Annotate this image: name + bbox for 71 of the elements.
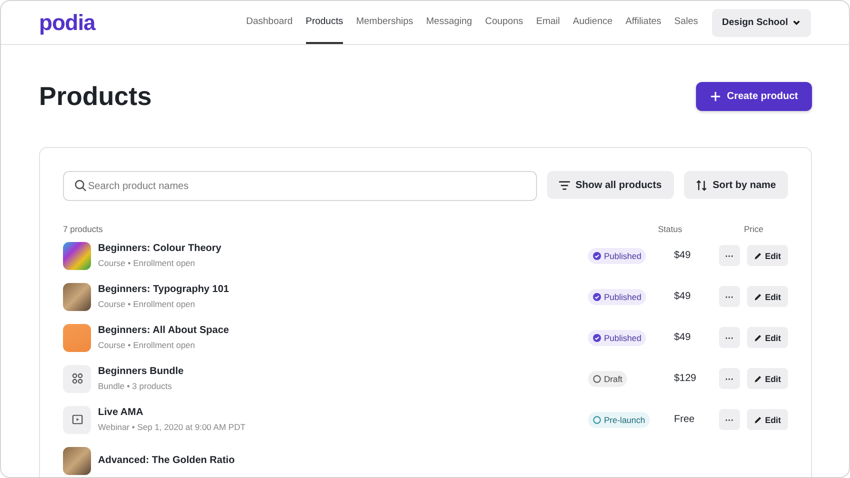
nav-link[interactable]: Memberships bbox=[356, 1, 414, 44]
photo-placeholder bbox=[63, 242, 91, 270]
edit-button[interactable]: Edit bbox=[746, 245, 788, 266]
status-badge: Published bbox=[588, 330, 646, 346]
product-meta: Bundle • 3 products bbox=[98, 381, 173, 391]
status-badge: Published bbox=[588, 248, 646, 264]
nav-link[interactable]: Messaging bbox=[426, 1, 472, 44]
more-button[interactable]: ··· bbox=[718, 327, 740, 348]
pencil-icon bbox=[754, 416, 762, 424]
edit-button[interactable]: Edit bbox=[746, 327, 788, 348]
check-circle-icon bbox=[593, 334, 601, 342]
more-button[interactable]: ··· bbox=[718, 368, 740, 389]
check-circle-icon bbox=[593, 252, 601, 260]
status-badge: Draft bbox=[588, 370, 628, 386]
filter-button[interactable]: Show all products bbox=[546, 171, 674, 199]
nav-link[interactable]: Coupons bbox=[485, 1, 524, 44]
nav-link[interactable]: Dashboard bbox=[246, 1, 293, 44]
check-circle-icon bbox=[593, 292, 601, 300]
pencil-icon bbox=[754, 252, 762, 260]
page-title: Products bbox=[39, 80, 152, 112]
account-menu-button[interactable]: Design School bbox=[712, 8, 811, 36]
photo-placeholder bbox=[63, 282, 91, 310]
product-name[interactable]: Beginners Bundle bbox=[98, 366, 184, 377]
product-meta: Course • Enrollment open bbox=[98, 340, 196, 350]
product-price: $49 bbox=[674, 250, 691, 261]
more-button[interactable]: ··· bbox=[718, 245, 740, 266]
more-button[interactable]: ··· bbox=[718, 409, 740, 430]
column-header: Price bbox=[744, 224, 764, 234]
nav-link[interactable]: Affiliates bbox=[626, 1, 662, 44]
status-badge: Pre-launch bbox=[588, 412, 650, 428]
nav-link[interactable]: Email bbox=[536, 1, 560, 44]
plus-icon bbox=[710, 90, 721, 102]
search-icon bbox=[74, 179, 87, 192]
status-badge: Published bbox=[588, 288, 646, 304]
product-price: $49 bbox=[674, 291, 691, 302]
nav-link[interactable]: Sales bbox=[674, 1, 698, 44]
photo-placeholder bbox=[63, 324, 91, 352]
edit-button[interactable]: Edit bbox=[746, 409, 788, 430]
product-name[interactable]: Beginners: Typography 101 bbox=[98, 284, 229, 295]
video-icon bbox=[72, 414, 82, 425]
product-meta: Course • Enrollment open bbox=[98, 299, 196, 309]
sort-button[interactable]: Sort by name bbox=[684, 171, 788, 199]
product-name[interactable]: Live AMA bbox=[98, 407, 246, 418]
photo-placeholder bbox=[63, 446, 91, 474]
product-price: $129 bbox=[674, 373, 696, 384]
product-meta: Webinar • Sep 1, 2020 at 9:00 AM PDT bbox=[98, 422, 246, 432]
column-header: Status bbox=[658, 224, 684, 234]
circle-icon bbox=[593, 374, 601, 382]
product-price: Free bbox=[674, 414, 695, 425]
product-name[interactable]: Beginners: All About Space bbox=[98, 325, 229, 336]
chevron-down-icon bbox=[792, 18, 801, 27]
edit-button[interactable]: Edit bbox=[746, 286, 788, 307]
circle-icon bbox=[593, 416, 601, 424]
nav-link[interactable]: Audience bbox=[572, 1, 613, 44]
product-name[interactable]: Beginners: Colour Theory bbox=[98, 243, 222, 254]
product-price: $49 bbox=[674, 332, 691, 343]
pencil-icon bbox=[754, 334, 762, 342]
pencil-icon bbox=[754, 292, 762, 300]
pencil-icon bbox=[754, 374, 762, 382]
edit-button[interactable]: Edit bbox=[746, 368, 788, 389]
product-count: 7 products bbox=[63, 224, 104, 234]
filter-icon bbox=[558, 180, 570, 190]
more-button[interactable]: ··· bbox=[718, 286, 740, 307]
search-field[interactable]: Search product names bbox=[63, 171, 537, 201]
grid-icon bbox=[72, 373, 82, 384]
create-product-button[interactable]: Create product bbox=[696, 82, 812, 110]
product-name[interactable]: Advanced: The Golden Ratio bbox=[98, 455, 235, 466]
sort-icon bbox=[696, 180, 707, 190]
nav-link[interactable]: Products bbox=[306, 1, 344, 44]
product-meta: Course • Enrollment open bbox=[98, 258, 196, 268]
brand-logo[interactable]: podia bbox=[39, 10, 96, 36]
